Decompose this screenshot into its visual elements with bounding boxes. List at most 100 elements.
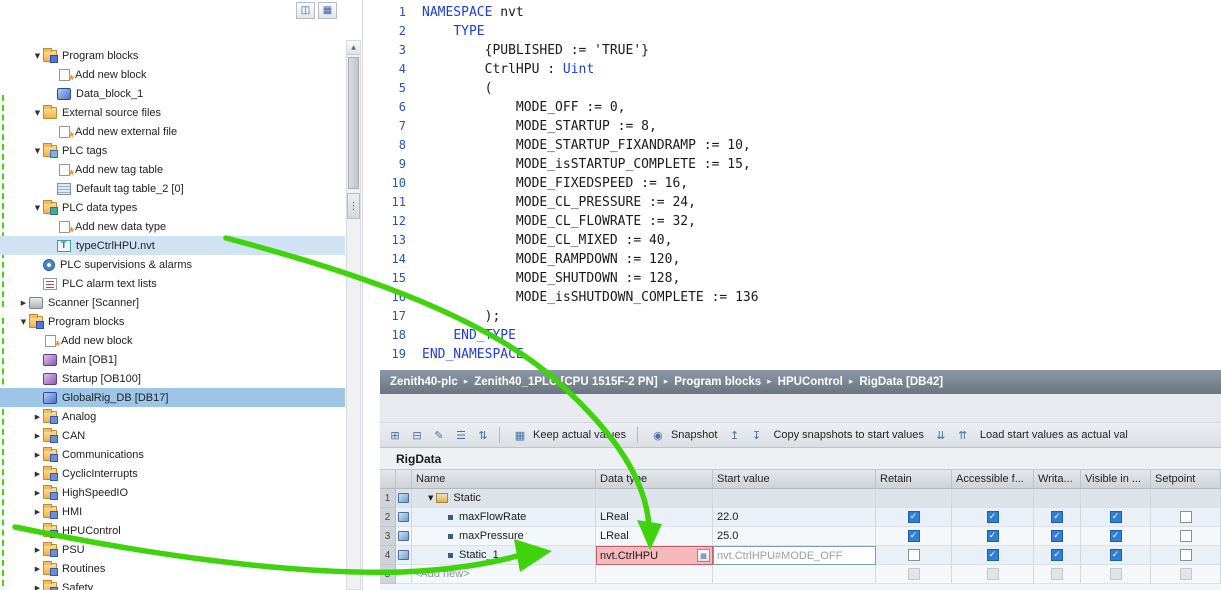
table-row-maxflowrate[interactable]: 2maxFlowRateLReal22.0✓✓✓✓: [380, 508, 1221, 527]
expand-arrow-icon[interactable]: ▶: [32, 470, 43, 478]
cell-start-value[interactable]: 25.0: [713, 527, 876, 546]
column-header-start-value[interactable]: Start value: [713, 470, 876, 488]
tree-item-psu[interactable]: ▶PSU: [0, 540, 345, 559]
cell-datatype[interactable]: [596, 489, 713, 508]
edit-icon[interactable]: ✎: [430, 426, 448, 444]
copy-snapshot-down-icon[interactable]: ↧: [747, 426, 765, 444]
breadcrumb-item-zenith40-1plc-cpu-1515f-2-pn[interactable]: Zenith40_1PLC [CPU 1515F-2 PN]: [474, 376, 657, 388]
cell-name[interactable]: Static_1: [412, 546, 596, 565]
row-number[interactable]: 4: [380, 546, 396, 565]
init-values-icon[interactable]: ⇈: [954, 426, 972, 444]
insert-row-icon[interactable]: ⊞: [386, 426, 404, 444]
retain-checkbox[interactable]: ✓: [908, 530, 920, 542]
tree-item-hmi[interactable]: ▶HMI: [0, 502, 345, 521]
expand-arrow-icon[interactable]: ▶: [32, 489, 43, 497]
expand-arrow-icon[interactable]: ▼: [32, 109, 43, 117]
accessible-checkbox[interactable]: ✓: [987, 530, 999, 542]
accessible-checkbox[interactable]: ✓: [987, 511, 999, 523]
column-header-data-type[interactable]: Data type: [596, 470, 713, 488]
tree-item-add-new-external-file[interactable]: Add new external file: [0, 122, 345, 141]
tree-item-can[interactable]: ▶CAN: [0, 426, 345, 445]
tree-item-typectrlhpu-nvt[interactable]: typeCtrlHPU.nvt: [0, 236, 345, 255]
tree-item-cyclicinterrupts[interactable]: ▶CyclicInterrupts: [0, 464, 345, 483]
tree-item-main-ob1[interactable]: Main [OB1]: [0, 350, 345, 369]
copy-snapshot-up-icon[interactable]: ↥: [725, 426, 743, 444]
column-header-accessible-f[interactable]: Accessible f...: [952, 470, 1034, 488]
datatype-browse-button[interactable]: ▦: [697, 549, 710, 562]
tree-item-routines[interactable]: ▶Routines: [0, 559, 345, 578]
cell-name[interactable]: maxFlowRate: [412, 508, 596, 527]
retain-checkbox[interactable]: [908, 549, 920, 561]
expand-arrow-icon[interactable]: ▶: [32, 527, 43, 535]
table-row-static-1[interactable]: 4 Static_1nvt.CtrlHPU▦nvt.CtrlHPU#MODE_OF…: [380, 546, 1221, 565]
tree-item-add-new-block[interactable]: Add new block: [0, 65, 345, 84]
writable-checkbox[interactable]: ✓: [1051, 530, 1063, 542]
cell-datatype[interactable]: [596, 565, 713, 584]
column-header-setpoint[interactable]: Setpoint: [1151, 470, 1221, 488]
breadcrumb-item-rigdata-db42[interactable]: RigData [DB42]: [859, 376, 943, 388]
sort-icon[interactable]: ☰: [452, 426, 470, 444]
setpoint-checkbox[interactable]: [1180, 511, 1192, 523]
breadcrumb-item-hpucontrol[interactable]: HPUControl: [778, 376, 843, 388]
tree-item-plc-supervisions-alarms[interactable]: PLC supervisions & alarms: [0, 255, 345, 274]
column-header-visible-in[interactable]: Visible in ...: [1081, 470, 1151, 488]
tree-item-analog[interactable]: ▶Analog: [0, 407, 345, 426]
tree-item-scanner-scanner[interactable]: ▶Scanner [Scanner]: [0, 293, 345, 312]
tree-item-plc-tags[interactable]: ▼PLC tags: [0, 141, 345, 160]
expand-arrow-icon[interactable]: ▼: [32, 147, 43, 155]
expand-arrow-icon[interactable]: ▼: [32, 52, 43, 60]
cell-name[interactable]: <Add new>: [412, 565, 596, 584]
tree-item-communications[interactable]: ▶Communications: [0, 445, 345, 464]
expand-arrow-icon[interactable]: ▶: [32, 546, 43, 554]
tree-item-plc-alarm-text-lists[interactable]: PLC alarm text lists: [0, 274, 345, 293]
expand-arrow-icon[interactable]: ▶: [32, 584, 43, 590]
splitter-grip[interactable]: ⋮: [347, 193, 360, 219]
scrollbar-thumb[interactable]: [348, 57, 359, 189]
writable-checkbox[interactable]: ✓: [1051, 549, 1063, 561]
tree-item-add-new-block[interactable]: Add new block: [0, 331, 345, 350]
cell-datatype[interactable]: LReal: [596, 527, 713, 546]
expand-arrow-icon[interactable]: ▶: [32, 508, 43, 516]
cell-start-value[interactable]: 22.0: [713, 508, 876, 527]
table-row-maxpressure[interactable]: 3maxPressureLReal25.0✓✓✓✓: [380, 527, 1221, 546]
accessible-checkbox[interactable]: ✓: [987, 549, 999, 561]
detail-view-icon[interactable]: ▦: [318, 2, 337, 19]
tree-item-external-source-files[interactable]: ▼External source files: [0, 103, 345, 122]
table-row-static[interactable]: 1 ▼Static: [380, 489, 1221, 508]
writable-checkbox[interactable]: ✓: [1051, 511, 1063, 523]
cell-name[interactable]: maxPressure: [412, 527, 596, 546]
setpoint-checkbox[interactable]: [1180, 549, 1192, 561]
tree-item-program-blocks[interactable]: ▼Program blocks: [0, 312, 345, 331]
cell-datatype[interactable]: LReal: [596, 508, 713, 527]
expand-arrow-icon[interactable]: ▶: [18, 299, 29, 307]
load-values-icon[interactable]: ⇊: [932, 426, 950, 444]
expand-arrow-icon[interactable]: ▼: [18, 318, 29, 326]
visible-checkbox[interactable]: ✓: [1110, 549, 1122, 561]
cell-start-value[interactable]: [713, 565, 876, 584]
cell-datatype[interactable]: nvt.CtrlHPU▦: [596, 546, 713, 565]
row-number[interactable]: 1: [380, 489, 396, 508]
scroll-up-icon[interactable]: ▲: [347, 41, 360, 55]
row-number[interactable]: 5: [380, 565, 396, 584]
breadcrumb-item-zenith40-plc[interactable]: Zenith40-plc: [390, 376, 458, 388]
snapshot-button[interactable]: ◉Snapshot: [645, 425, 721, 445]
cell-start-value[interactable]: nvt.CtrlHPU#MODE_OFF: [713, 546, 876, 565]
split-view-icon[interactable]: ◫: [296, 2, 315, 19]
row-number[interactable]: 3: [380, 527, 396, 546]
code-editor[interactable]: 1NAMESPACE nvt2 TYPE3 {PUBLISHED := 'TRU…: [380, 0, 1221, 370]
tree-item-highspeedio[interactable]: ▶HighSpeedIO: [0, 483, 345, 502]
column-header-name[interactable]: Name: [412, 470, 596, 488]
tree-item-program-blocks[interactable]: ▼Program blocks: [0, 46, 345, 65]
cell-name[interactable]: ▼Static: [412, 489, 596, 508]
tree-item-globalrig-db-db17[interactable]: GlobalRig_DB [DB17]: [0, 388, 345, 407]
breadcrumb-item-program-blocks[interactable]: Program blocks: [674, 376, 761, 388]
load-start-values-button[interactable]: Load start values as actual val: [976, 425, 1132, 445]
tree-item-plc-data-types[interactable]: ▼PLC data types: [0, 198, 345, 217]
column-header-writa[interactable]: Writa...: [1034, 470, 1081, 488]
tree-item-hpucontrol[interactable]: ▶HPUControl: [0, 521, 345, 540]
expand-arrow-icon[interactable]: ▶: [32, 432, 43, 440]
tree-item-default-tag-table-2-0[interactable]: Default tag table_2 [0]: [0, 179, 345, 198]
collapse-icon[interactable]: ▼: [428, 494, 433, 502]
tree-item-add-new-tag-table[interactable]: Add new tag table: [0, 160, 345, 179]
expand-arrow-icon[interactable]: ▼: [32, 204, 43, 212]
